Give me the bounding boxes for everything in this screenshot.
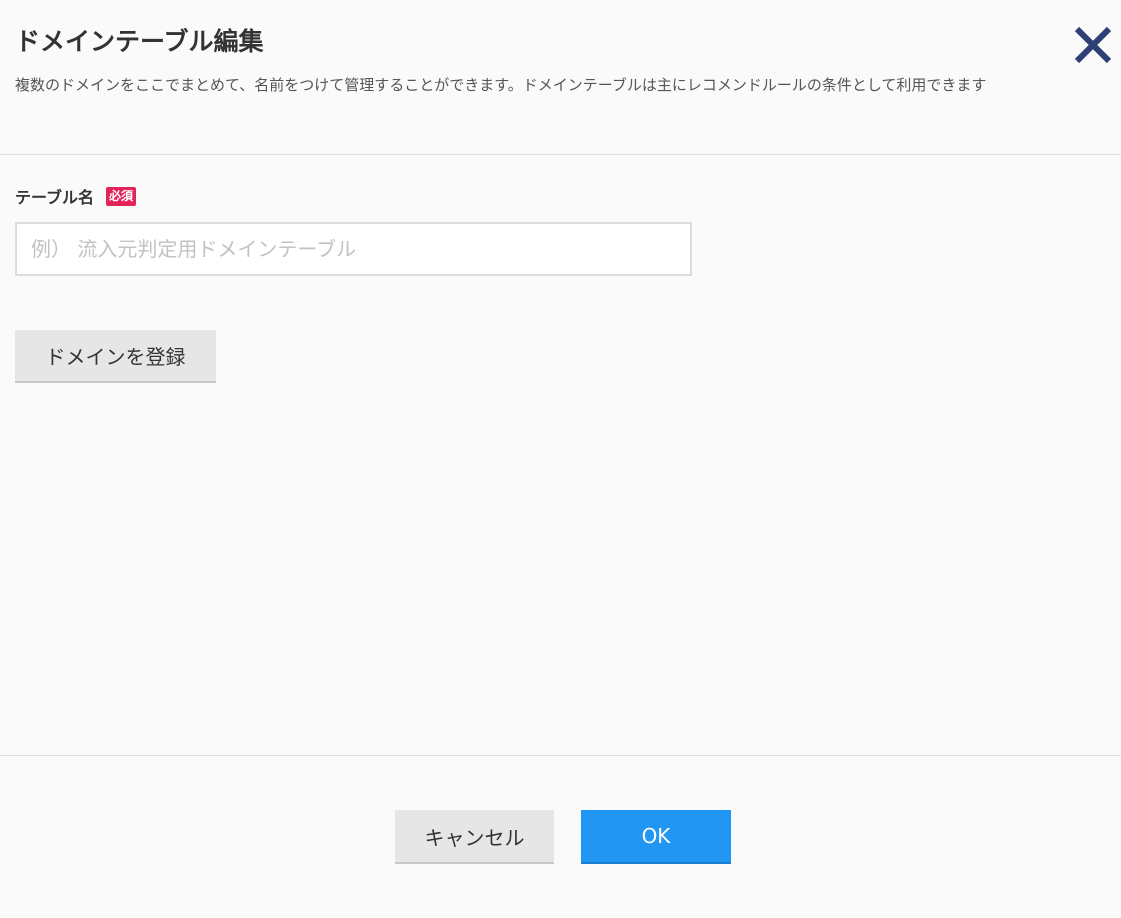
domain-table-edit-dialog: ドメインテーブル編集 複数のドメインをここでまとめて、名前をつけて管理することが…	[0, 0, 1121, 918]
dialog-title: ドメインテーブル編集	[15, 27, 264, 56]
required-badge: 必須	[106, 186, 137, 206]
dialog-body: テーブル名 必須 ドメインを登録	[0, 155, 1121, 755]
ok-button[interactable]: OK	[581, 810, 731, 864]
register-domain-button[interactable]: ドメインを登録	[15, 330, 216, 383]
table-name-input[interactable]	[15, 222, 692, 276]
close-icon	[1074, 26, 1112, 64]
close-button[interactable]	[1070, 22, 1116, 68]
table-name-label-row: テーブル名 必須	[15, 184, 137, 208]
table-name-label: テーブル名	[15, 188, 95, 207]
cancel-button[interactable]: キャンセル	[395, 810, 554, 864]
dialog-header: ドメインテーブル編集 複数のドメインをここでまとめて、名前をつけて管理することが…	[0, 0, 1121, 155]
dialog-description: 複数のドメインをここでまとめて、名前をつけて管理することができます。ドメインテー…	[15, 76, 987, 94]
dialog-footer: キャンセル OK	[0, 755, 1121, 918]
